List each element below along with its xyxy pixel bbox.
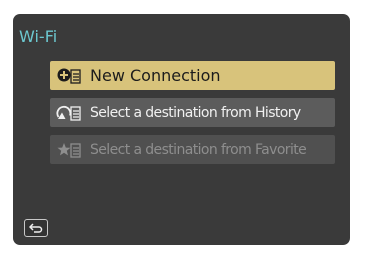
menu-item-label: Select a destination from Favorite [90, 141, 307, 158]
menu-item-label: Select a destination from History [90, 104, 301, 121]
menu-item-history[interactable]: Select a destination from History [50, 98, 335, 127]
back-button[interactable] [24, 219, 48, 237]
wifi-menu-screen: Wi-Fi New Connection Select a destinatio… [13, 14, 350, 245]
star-list-icon [56, 140, 90, 160]
return-arrow-icon [28, 219, 43, 238]
history-list-icon [56, 103, 90, 123]
menu-title: Wi-Fi [19, 27, 58, 46]
plus-list-icon [56, 66, 90, 86]
menu-item-new-connection[interactable]: New Connection [50, 61, 335, 90]
menu-item-label: New Connection [90, 65, 221, 85]
menu-item-favorite[interactable]: Select a destination from Favorite [50, 135, 335, 164]
